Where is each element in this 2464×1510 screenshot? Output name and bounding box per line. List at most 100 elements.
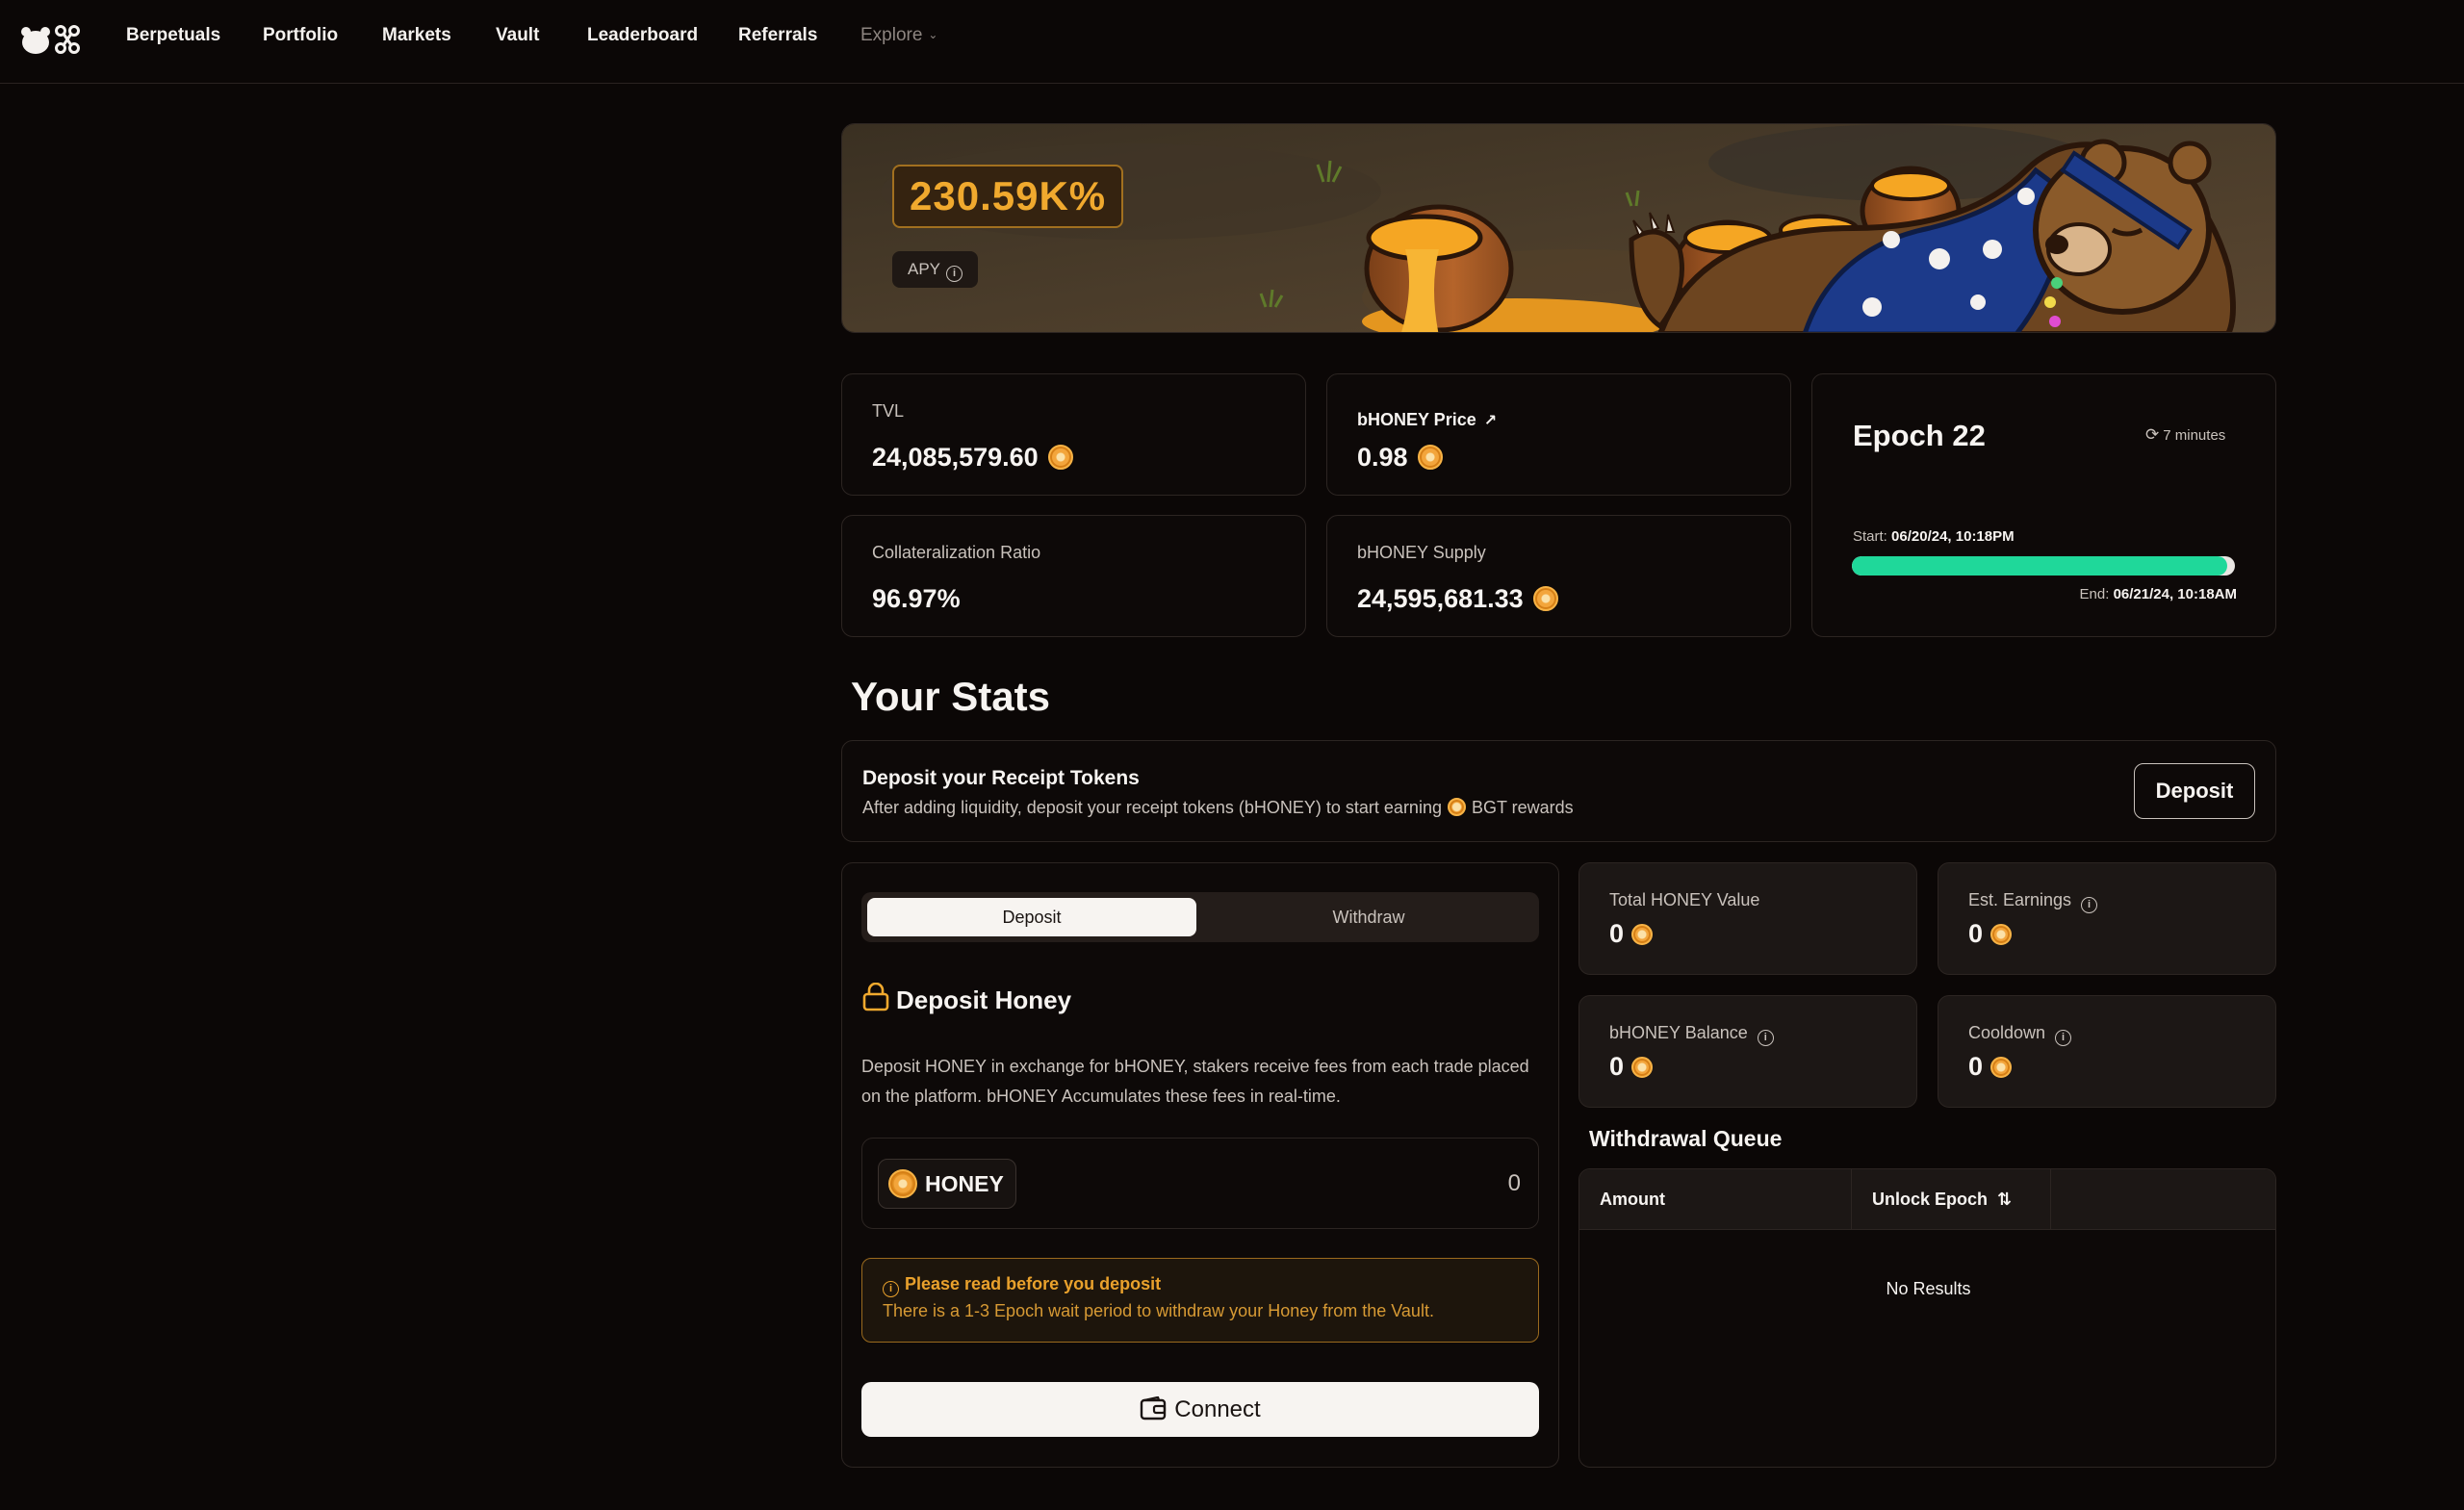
total-honey-card: Total HONEY Value 0 [1578, 862, 1917, 975]
apy-value: 230.59K% [892, 165, 1124, 228]
epoch-countdown-text: 7 minutes [2163, 427, 2226, 444]
deposit-amount-value: 0 [1507, 1170, 1521, 1196]
tvl-value: 24,085,579.60 [872, 443, 1073, 473]
warning-title-text: Please read before you deposit [905, 1274, 1162, 1293]
info-icon[interactable]: i [2055, 1030, 2072, 1046]
info-icon: i [883, 1281, 899, 1297]
honey-coin-icon [1990, 1057, 2013, 1078]
collateralization-card: Collateralization Ratio 96.97% [841, 515, 1306, 637]
nav-leaderboard[interactable]: Leaderboard [587, 25, 698, 46]
info-icon[interactable]: i [2081, 897, 2098, 913]
epoch-start-value: 06/20/24, 10:18PM [1891, 528, 2015, 545]
sleeping-bear-illustration [842, 124, 2275, 332]
deposit-description-line2: on the platform. bHONEY Accumulates thes… [861, 1087, 1341, 1106]
cooldown-card: Cooldown i 0 [1938, 995, 2276, 1108]
token-name: HONEY [925, 1171, 1004, 1196]
honey-coin-icon [1417, 445, 1443, 470]
est-earnings-label: Est. Earnings i [1968, 890, 2098, 913]
tvl-card: TVL 24,085,579.60 [841, 373, 1306, 496]
epoch-title: Epoch 22 [1853, 419, 1986, 452]
supply-amount: 24,595,681.33 [1357, 584, 1524, 613]
tvl-amount: 24,085,579.60 [872, 443, 1039, 472]
bhoney-balance-label: bHONEY Balance i [1609, 1023, 1774, 1046]
honey-coin-icon [1532, 586, 1558, 611]
receipt-description: After adding liquidity, deposit your rec… [862, 798, 1574, 818]
info-icon[interactable]: i [1757, 1030, 1774, 1046]
withdrawal-queue-table: Amount Unlock Epoch ⇅ No Results [1578, 1168, 2276, 1468]
epoch-progress-fill [1852, 556, 2228, 576]
tab-withdraw[interactable]: Withdraw [1204, 898, 1533, 936]
deposit-description: Deposit HONEY in exchange for bHONEY, st… [861, 1052, 1529, 1112]
epoch-end-label: End: [2079, 586, 2110, 602]
epoch-progress-bar [1852, 556, 2235, 576]
nav-berpetuals[interactable]: Berpetuals [126, 25, 220, 46]
tab-deposit[interactable]: Deposit [867, 898, 1196, 936]
info-icon: i [946, 266, 963, 282]
price-label[interactable]: bHONEY Price ↗ [1357, 410, 1497, 430]
nav-vault[interactable]: Vault [496, 25, 539, 46]
bhoney-balance-amount: 0 [1609, 1052, 1625, 1081]
receipt-desc-before: After adding liquidity, deposit your rec… [862, 798, 1442, 817]
price-amount: 0.98 [1357, 443, 1408, 472]
column-divider [2050, 1169, 2051, 1230]
epoch-end: End: 06/21/24, 10:18AM [2080, 586, 2237, 602]
column-amount: Amount [1600, 1190, 1665, 1209]
bhoney-balance-value: 0 [1609, 1052, 1654, 1082]
collat-value: 96.97% [872, 584, 961, 613]
nav-explore[interactable]: Explore ⌄ [860, 25, 937, 46]
column-unlock-epoch[interactable]: Unlock Epoch ⇅ [1872, 1190, 2012, 1210]
connect-label: Connect [1174, 1396, 1261, 1422]
withdrawal-queue-title: Withdrawal Queue [1589, 1126, 1783, 1151]
column-unlock-epoch-label: Unlock Epoch [1872, 1190, 1989, 1209]
est-earnings-value: 0 [1968, 919, 2013, 949]
honey-coin-icon [888, 1169, 917, 1198]
nav-referrals[interactable]: Referrals [738, 25, 817, 46]
total-honey-amount: 0 [1609, 919, 1625, 948]
honey-coin-icon [1047, 445, 1073, 470]
cooldown-label: Cooldown i [1968, 1023, 2072, 1046]
price-value: 0.98 [1357, 443, 1443, 473]
collat-label: Collateralization Ratio [872, 543, 1041, 562]
tvl-label: TVL [872, 401, 905, 421]
bgt-coin-icon [1447, 798, 1466, 816]
deposit-warning: i Please read before you deposit There is… [861, 1258, 1539, 1343]
est-earnings-amount: 0 [1968, 919, 1984, 948]
cooldown-value: 0 [1968, 1052, 2013, 1082]
cooldown-label-text: Cooldown [1968, 1023, 2046, 1042]
external-link-icon: ↗ [1483, 413, 1498, 429]
deposit-amount-input[interactable]: HONEY 0 [861, 1138, 1539, 1229]
honey-coin-icon [1990, 924, 2013, 945]
price-card: bHONEY Price ↗ 0.98 [1326, 373, 1791, 496]
empty-results: No Results [1886, 1279, 1971, 1298]
supply-value: 24,595,681.33 [1357, 584, 1558, 614]
nav-markets[interactable]: Markets [382, 25, 451, 46]
wallet-icon [1141, 1395, 1167, 1420]
deposit-withdraw-tabs: Deposit Withdraw [861, 892, 1539, 942]
supply-label: bHONEY Supply [1357, 543, 1486, 562]
epoch-countdown: ⟳ 7 minutes [2145, 425, 2225, 445]
apy-label-chip[interactable]: APY i [892, 251, 979, 288]
deposit-heading: Deposit Honey [896, 985, 1072, 1014]
receipt-tokens-card: Deposit your Receipt Tokens After adding… [841, 740, 2276, 842]
nav-portfolio[interactable]: Portfolio [263, 25, 338, 46]
receipt-deposit-button[interactable]: Deposit [2134, 763, 2255, 819]
your-stats-title: Your Stats [851, 674, 1050, 719]
honey-coin-icon [1631, 924, 1654, 945]
honey-coin-icon [1631, 1057, 1654, 1078]
token-selector[interactable]: HONEY [878, 1159, 1016, 1209]
deposit-description-line1: Deposit HONEY in exchange for bHONEY, st… [861, 1057, 1529, 1076]
receipt-title: Deposit your Receipt Tokens [862, 767, 1140, 789]
total-honey-label: Total HONEY Value [1609, 890, 1760, 909]
connect-button[interactable]: Connect [861, 1382, 1539, 1437]
est-earnings-card: Est. Earnings i 0 [1938, 862, 2276, 975]
bear-logo-icon[interactable] [19, 23, 83, 56]
lock-icon [862, 983, 889, 1011]
epoch-end-value: 06/21/24, 10:18AM [2113, 586, 2237, 602]
total-honey-value: 0 [1609, 919, 1654, 949]
top-nav: Berpetuals Portfolio Markets Vault Leade… [0, 0, 2464, 84]
warning-text: There is a 1-3 Epoch wait period to with… [883, 1301, 1434, 1320]
epoch-card: Epoch 22 ⟳ 7 minutes Start: 06/20/24, 10:… [1811, 373, 2276, 637]
epoch-start: Start: 06/20/24, 10:18PM [1853, 528, 2015, 545]
table-header: Amount Unlock Epoch ⇅ [1579, 1169, 2275, 1230]
est-earnings-label-text: Est. Earnings [1968, 890, 2072, 909]
